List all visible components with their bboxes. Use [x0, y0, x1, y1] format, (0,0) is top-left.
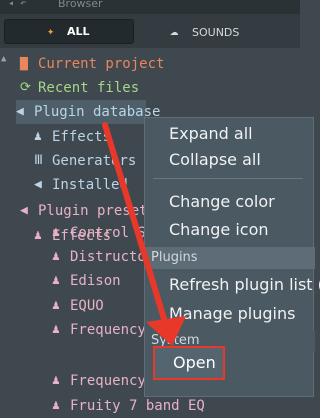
- menu-item-open-label: Open: [173, 353, 216, 372]
- scroll-up-icon[interactable]: ▲: [1, 54, 6, 64]
- folder-refresh-icon: ⟳: [20, 80, 31, 95]
- browser-tab-bar: ✦ ALL ☁ SOUNDS: [0, 14, 300, 48]
- context-menu: Expand all Collapse all Change color Cha…: [144, 117, 320, 397]
- tree-item-label: Plugin database: [34, 104, 161, 120]
- effects-icon: ♟: [34, 129, 42, 144]
- browser-title: Browser: [58, 0, 103, 10]
- tree-item-label: Current project: [38, 56, 165, 72]
- menu-item-manage-plugins[interactable]: Manage plugins: [169, 304, 295, 323]
- list-item-label: EQUO: [70, 298, 104, 314]
- list-item-label: Fruity 7 band EQ: [70, 398, 205, 414]
- plug-icon: ◀: [34, 177, 42, 192]
- waveform-icon: ✦: [47, 24, 55, 38]
- plugin-icon: ♟: [52, 322, 60, 337]
- list-item-label: Edison: [70, 273, 121, 289]
- tree-item-plugin-database[interactable]: ◀ Plugin database: [16, 100, 160, 124]
- menu-divider: [153, 178, 303, 179]
- plug-icon: ◀: [16, 104, 24, 119]
- preset-icon: ◀: [20, 203, 28, 218]
- tree-item-label: Plugin presets: [38, 203, 157, 219]
- tab-all-label: ALL: [67, 25, 90, 38]
- browser-header: ◂ ↶ Browser: [0, 0, 300, 14]
- menu-item-expand-all[interactable]: Expand all: [169, 124, 253, 143]
- plugin-icon: ♟: [52, 249, 60, 264]
- menu-item-refresh-plugin-list[interactable]: Refresh plugin list (: [169, 275, 320, 294]
- plugin-icon: ♟: [52, 373, 60, 388]
- project-file-icon: ▇: [20, 56, 28, 71]
- menu-item-change-icon[interactable]: Change icon: [169, 220, 269, 239]
- menu-section-plugins: Plugins: [145, 247, 315, 269]
- tree-item-label: Recent files: [38, 80, 140, 96]
- plugin-icon: ♟: [52, 298, 60, 313]
- tree-item-label: Generators: [52, 153, 137, 169]
- tab-sounds-label: SOUNDS: [192, 26, 240, 39]
- menu-section-label: Plugins: [151, 250, 198, 265]
- tree-item-label: Effects: [52, 129, 112, 145]
- tab-all[interactable]: ✦ ALL: [4, 19, 134, 44]
- tree-item-label: Installed: [52, 177, 128, 193]
- plugin-icon: ♟: [52, 225, 60, 240]
- menu-item-change-color[interactable]: Change color: [169, 192, 275, 211]
- piano-icon: Ⅲ: [34, 153, 43, 168]
- menu-item-collapse-all[interactable]: Collapse all: [169, 150, 261, 169]
- plugin-icon: ♟: [52, 273, 60, 288]
- menu-item-open[interactable]: Open: [153, 346, 225, 380]
- list-item-label: Distructor: [70, 249, 155, 265]
- effects-icon: ♟: [34, 228, 42, 243]
- cloud-icon: ☁: [170, 23, 179, 39]
- plugin-icon: ♟: [52, 398, 60, 413]
- history-icon[interactable]: ◂ ↶: [8, 0, 26, 9]
